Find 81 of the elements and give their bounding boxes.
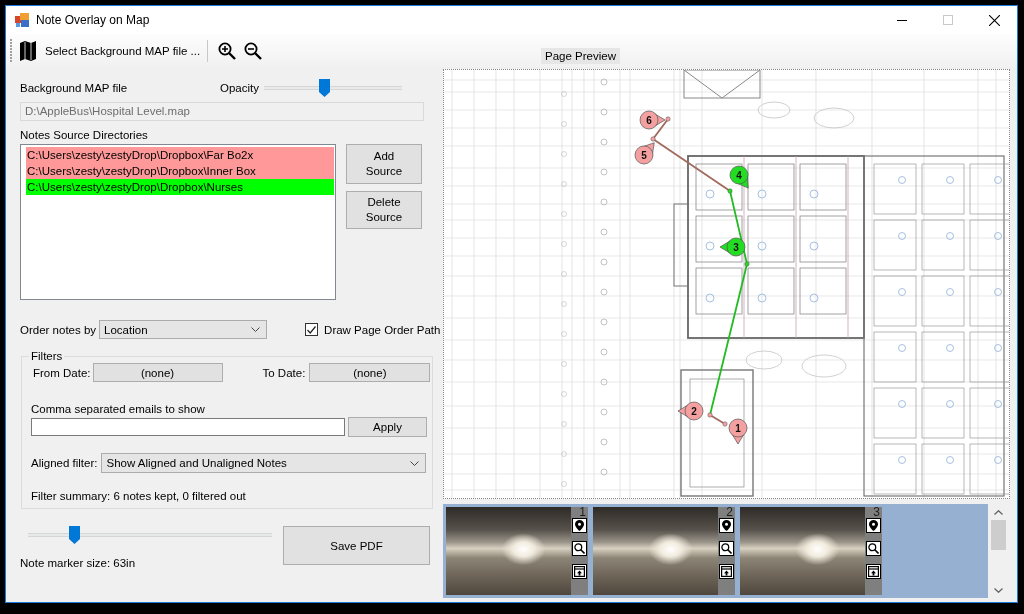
photo-placeholder[interactable] — [740, 507, 865, 595]
note-marker[interactable] — [719, 237, 746, 257]
draw-path-label: Draw Page Order Path — [324, 323, 441, 336]
export-button[interactable] — [719, 564, 734, 579]
slider-thumb[interactable] — [68, 526, 80, 544]
add-source-button[interactable]: Add Source — [346, 144, 422, 184]
locate-button[interactable] — [572, 518, 587, 533]
marker-number: 4 — [736, 169, 742, 181]
photo-placeholder[interactable] — [446, 507, 571, 595]
order-label: Order notes by — [20, 323, 97, 336]
opacity-label: Opacity — [220, 82, 259, 94]
note-marker[interactable] — [729, 165, 749, 189]
aligned-filter-dropdown[interactable]: Show Aligned and Unaligned Notes — [101, 453, 426, 473]
export-button[interactable] — [866, 564, 881, 579]
marker-number: 6 — [646, 114, 652, 126]
note-marker[interactable] — [677, 401, 704, 421]
note-marker[interactable] — [728, 418, 748, 445]
close-icon — [988, 14, 1000, 26]
window-title: Note Overlay on Map — [36, 13, 150, 27]
path-node — [722, 421, 728, 427]
export-button[interactable] — [572, 564, 587, 579]
emails-label: Comma separated emails to show — [31, 402, 206, 416]
aligned-filter-label: Aligned filter: — [31, 457, 98, 469]
path-node — [727, 188, 733, 194]
page-number: 1 — [579, 507, 587, 518]
locate-button[interactable] — [719, 518, 734, 533]
path-node — [650, 136, 656, 142]
path-node — [744, 261, 750, 267]
magnify-button[interactable] — [866, 541, 881, 556]
filter-summary: Filter summary: 6 notes kept, 0 filtered out — [31, 489, 247, 503]
app-icon — [15, 13, 29, 27]
filters-legend: Filters — [29, 349, 65, 363]
locate-button[interactable] — [866, 518, 881, 533]
photo-placeholder[interactable] — [593, 507, 718, 595]
marker-number: 3 — [733, 241, 739, 253]
from-date-button[interactable]: (none) — [92, 363, 223, 382]
caret-icon — [251, 327, 261, 332]
search-icon — [721, 543, 732, 554]
caret-icon — [410, 460, 419, 466]
emails-field[interactable] — [31, 418, 345, 436]
draw-path-checkbox[interactable] — [305, 323, 319, 336]
save-pdf-button[interactable]: Save PDF — [283, 526, 430, 565]
pin-icon — [869, 520, 878, 531]
marker-size-label: Note marker size: 63in — [20, 556, 137, 570]
pin-icon — [722, 520, 731, 531]
zoom-in-icon — [218, 41, 237, 60]
page-preview-label: Page Preview — [541, 48, 620, 64]
note-marker[interactable] — [634, 142, 655, 165]
source-item[interactable]: C:\Users\zesty\zestyDrop\Dropbox\Far Bo2x — [26, 147, 334, 163]
chevron-up-icon — [993, 509, 1003, 515]
path-node — [665, 116, 671, 122]
zoom-out-icon — [244, 41, 263, 60]
marker-number: 1 — [735, 422, 741, 434]
source-item[interactable]: C:\Users\zesty\zestyDrop\Dropbox\Nurses — [26, 179, 334, 195]
from-date-label: From Date: — [33, 366, 91, 379]
page-number: 2 — [726, 507, 734, 518]
scrollbar-thumb[interactable] — [990, 520, 1006, 550]
apply-button[interactable]: Apply — [348, 417, 427, 437]
sources-label: Notes Source Directories — [20, 128, 149, 142]
page-number: 3 — [873, 507, 881, 518]
order-dropdown[interactable]: Location — [99, 320, 268, 339]
to-date-label: To Date: — [262, 366, 306, 379]
tick-icon — [307, 325, 317, 334]
slider-thumb[interactable] — [319, 79, 331, 97]
marker-number: 5 — [641, 149, 647, 161]
minimize-icon — [897, 19, 907, 21]
search-icon — [868, 543, 879, 554]
magnify-button[interactable] — [572, 541, 587, 556]
map-file-label: Background MAP file — [20, 82, 129, 94]
chevron-down-icon — [993, 587, 1003, 593]
note-marker[interactable] — [639, 110, 666, 130]
delete-source-button[interactable]: Delete Source — [346, 191, 422, 229]
magnify-button[interactable] — [719, 541, 734, 556]
to-date-button[interactable]: (none) — [309, 363, 431, 382]
search-icon — [574, 543, 585, 554]
pin-icon — [575, 520, 584, 531]
map-icon — [20, 40, 36, 61]
path-node — [707, 412, 713, 418]
select-map-button[interactable]: Select Background MAP file ... — [16, 36, 205, 65]
source-item[interactable]: C:\Users\zesty\zestyDrop\Dropbox\Inner Box — [26, 163, 334, 179]
marker-number: 2 — [691, 405, 697, 417]
